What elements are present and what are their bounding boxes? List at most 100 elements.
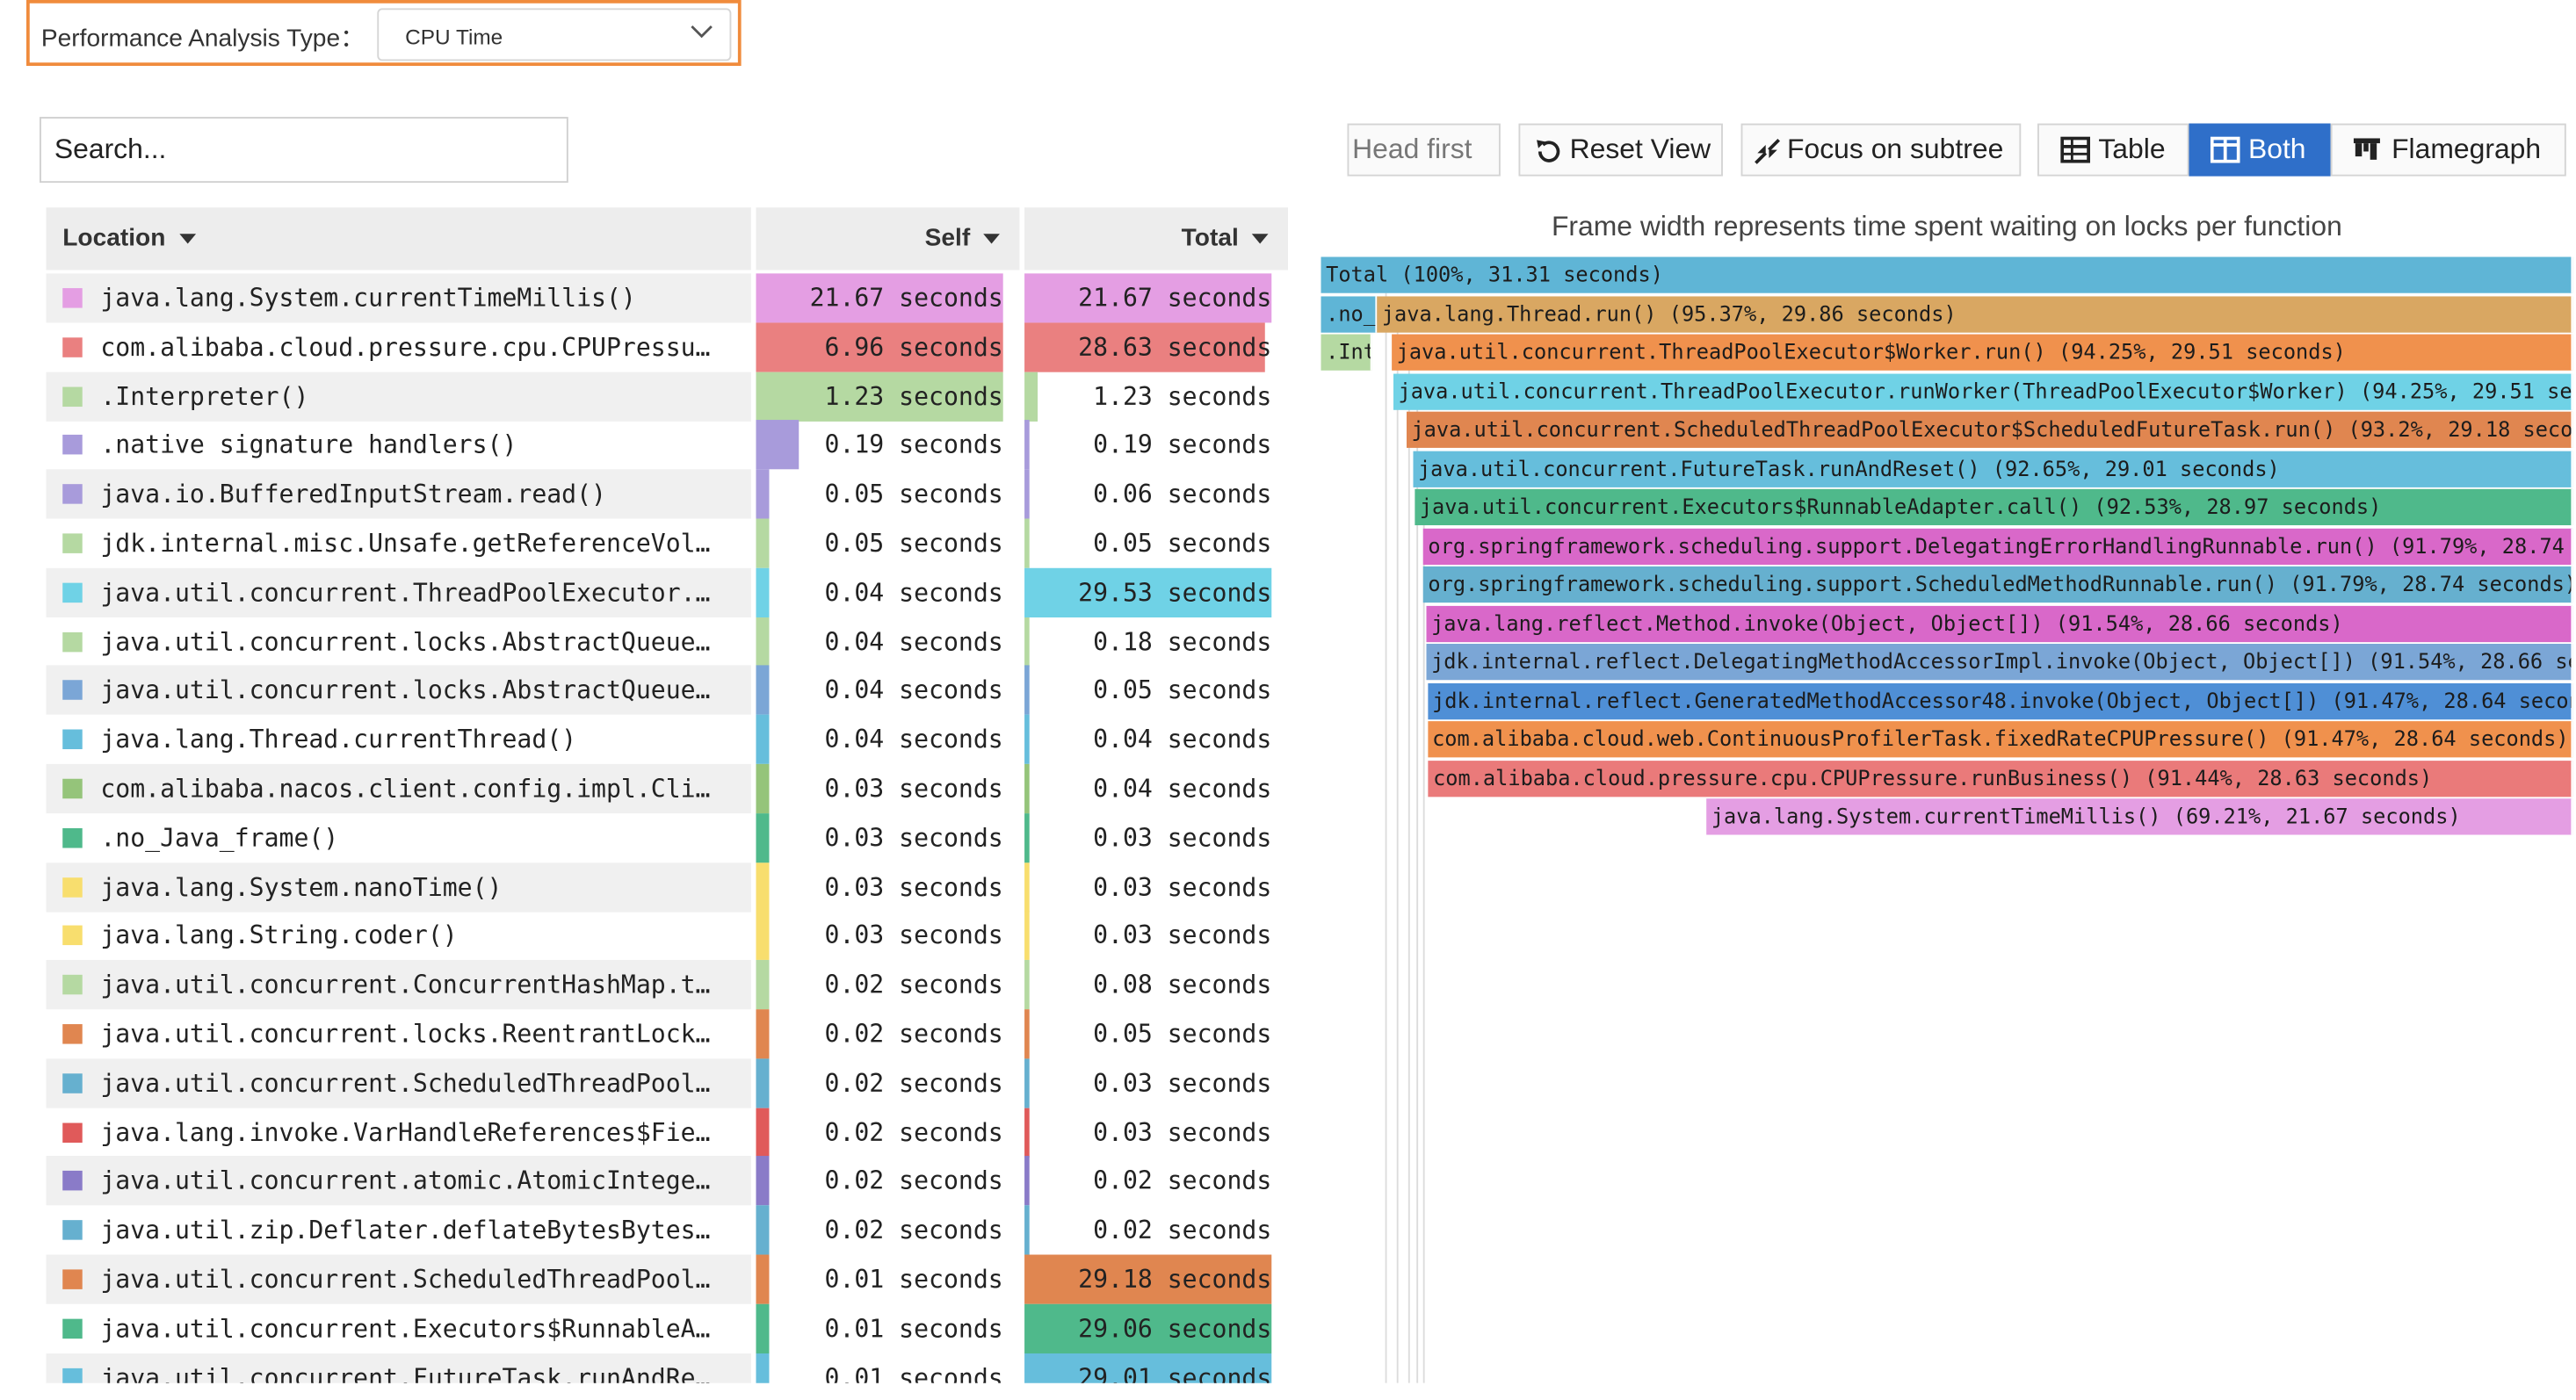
flamegraph-frame[interactable]: java.util.concurrent.Executors$RunnableA… [1415, 488, 2573, 526]
total-cell: 0.04 seconds [1024, 763, 1271, 814]
flamegraph-frame[interactable]: org.springframework.scheduling.support.D… [1422, 527, 2573, 565]
total-cell: 0.18 seconds [1024, 617, 1271, 667]
flamegraph-frame[interactable]: java.lang.System.currentTimeMillis() (69… [1706, 798, 2573, 835]
total-bar [1024, 1009, 1030, 1059]
table-row[interactable]: java.util.concurrent.locks.AbstractQueue… [46, 666, 1288, 716]
table-row[interactable]: java.util.concurrent.atomic.AtomicIntege… [46, 1156, 1288, 1207]
focus-on-subtree-button[interactable]: Focus on subtree [1740, 123, 2022, 177]
flamegraph-frame[interactable]: java.util.concurrent.ThreadPoolExecutor.… [1393, 372, 2573, 409]
table-row[interactable]: java.lang.Thread.currentThread() 0.04 sec… [46, 714, 1288, 765]
table-row[interactable]: jdk.internal.misc.Unsafe.getReferenceVol… [46, 518, 1288, 568]
flamegraph-frame[interactable]: org.springframework.scheduling.support.S… [1422, 566, 2573, 603]
table-row[interactable]: java.util.concurrent.Executors$RunnableA… [46, 1303, 1288, 1353]
flamegraph-frame[interactable]: com.alibaba.cloud.web.ContinuousProfiler… [1427, 721, 2573, 758]
table-row[interactable]: java.io.BufferedInputStream.read() 0.05 s… [46, 469, 1288, 519]
location-cell: java.lang.System.currentTimeMillis() [46, 273, 751, 323]
flamegraph-frame[interactable]: java.util.concurrent.ScheduledThreadPool… [1406, 411, 2573, 448]
function-name: java.util.concurrent.ConcurrentHashMap.t… [100, 970, 711, 1000]
self-value: 0.01 seconds [824, 1313, 1003, 1344]
table-row[interactable]: java.lang.invoke.VarHandleReferences$Fie… [46, 1107, 1288, 1158]
total-bar [1024, 763, 1030, 814]
table-row[interactable]: java.lang.System.currentTimeMillis() 21.6… [46, 273, 1288, 323]
total-cell: 0.03 seconds [1024, 911, 1271, 961]
total-cell: 0.03 seconds [1024, 812, 1271, 862]
self-bar [756, 960, 769, 1010]
color-swatch [62, 1269, 83, 1289]
self-bar [756, 714, 769, 765]
table-row[interactable]: java.util.concurrent.ScheduledThreadPool… [46, 1254, 1288, 1304]
total-cell: 0.03 seconds [1024, 1107, 1271, 1158]
total-cell: 0.04 seconds [1024, 714, 1271, 765]
function-name: java.util.concurrent.FutureTask.runAndRe… [100, 1362, 711, 1383]
table-row[interactable]: java.util.concurrent.ScheduledThreadPool… [46, 1058, 1288, 1108]
table-view-button[interactable]: Table [2037, 123, 2189, 177]
table-row[interactable]: java.lang.String.coder() 0.03 seconds 0.03… [46, 911, 1288, 961]
column-header-self-label: Self [924, 223, 971, 252]
table-row[interactable]: com.alibaba.cloud.pressure.cpu.CPUPressu… [46, 322, 1288, 372]
table-row[interactable]: java.util.concurrent.FutureTask.runAndRe… [46, 1353, 1288, 1383]
flamegraph-frame[interactable]: java.util.concurrent.FutureTask.runAndRe… [1413, 450, 2573, 487]
both-view-label: Both [2247, 133, 2306, 165]
table-row[interactable]: .native signature handlers() 0.19 seconds… [46, 420, 1288, 471]
flamegraph-frame[interactable]: jdk.internal.reflect.GeneratedMethodAcce… [1427, 682, 2573, 719]
total-cell: 1.23 seconds [1024, 371, 1271, 422]
function-name: java.util.concurrent.ScheduledThreadPool… [100, 1264, 711, 1295]
function-name: .native signature handlers() [100, 430, 517, 460]
total-cell: 0.03 seconds [1024, 1058, 1271, 1108]
self-value: 0.02 seconds [824, 1166, 1003, 1196]
reset-view-button[interactable]: Reset View [1518, 123, 1723, 177]
function-name: java.lang.invoke.VarHandleReferences$Fie… [100, 1117, 711, 1147]
reset-view-label: Reset View [1569, 133, 1711, 165]
compress-icon [1755, 139, 1781, 164]
flamegraph-frame[interactable]: java.lang.reflect.Method.invoke(Object, … [1426, 604, 2573, 642]
performance-analysis-type-select[interactable]: CPU Time [377, 8, 732, 61]
head-first-button[interactable]: Head first [1347, 123, 1501, 177]
column-header-total[interactable]: Total [1024, 207, 1289, 271]
flamegraph-frame[interactable]: .Interpreter() [1321, 334, 1372, 371]
total-cell: 29.18 seconds [1024, 1254, 1272, 1304]
column-header-location[interactable]: Location [46, 207, 751, 271]
flamegraph-frame[interactable]: Total (100%, 31.31 seconds) [1321, 256, 2573, 293]
table-row[interactable]: java.util.zip.Deflater.deflateBytesBytes… [46, 1205, 1288, 1255]
total-value: 0.06 seconds [1093, 479, 1272, 509]
flamegraph-view-button[interactable]: Flamegraph [2330, 123, 2566, 177]
column-header-self[interactable]: Self [756, 207, 1020, 271]
total-bar [1024, 911, 1030, 961]
table-row[interactable]: .no_Java_frame() 0.03 seconds 0.03 seconds [46, 812, 1288, 862]
self-bar [756, 1254, 769, 1304]
flamegraph-frame[interactable]: java.lang.Thread.run() (95.37%, 29.86 se… [1377, 295, 2573, 332]
flamegraph-frame[interactable]: .no_Java_frame() [1321, 295, 1378, 332]
search-input[interactable] [39, 117, 568, 184]
flamegraph-frame[interactable]: com.alibaba.cloud.pressure.cpu.CPUPressu… [1428, 760, 2573, 797]
flamegraph-frame[interactable]: jdk.internal.reflect.DelegatingMethodAcc… [1426, 644, 2573, 681]
function-name: java.util.concurrent.ThreadPoolExecutor.… [100, 577, 711, 608]
self-bar [756, 812, 769, 862]
self-bar [756, 617, 769, 667]
table-row[interactable]: java.util.concurrent.ThreadPoolExecutor.… [46, 567, 1288, 617]
color-swatch [62, 1122, 83, 1143]
caret-down-icon [983, 234, 1000, 244]
total-value: 0.05 seconds [1093, 1019, 1272, 1050]
table-row[interactable]: java.lang.System.nanoTime() 0.03 seconds 0… [46, 862, 1288, 912]
total-value: 0.05 seconds [1093, 675, 1272, 706]
table-row[interactable]: com.alibaba.nacos.client.config.impl.Cli… [46, 763, 1288, 814]
color-swatch [62, 336, 83, 357]
self-value: 0.03 seconds [824, 822, 1003, 853]
color-swatch [62, 1368, 83, 1383]
location-cell: java.util.concurrent.Executors$RunnableA… [46, 1303, 750, 1353]
self-value: 6.96 seconds [824, 332, 1003, 363]
total-bar [1024, 862, 1030, 912]
self-bar [756, 1303, 769, 1353]
both-view-button[interactable]: Both [2189, 123, 2331, 177]
table-row[interactable]: .Interpreter() 1.23 seconds 1.23 seconds [46, 371, 1288, 422]
location-cell: java.util.concurrent.locks.AbstractQueue… [46, 617, 750, 666]
total-value: 0.19 seconds [1093, 430, 1272, 460]
location-cell: java.lang.Thread.currentThread() [46, 715, 750, 764]
self-cell: 0.02 seconds [756, 960, 1003, 1010]
table-row[interactable]: java.util.concurrent.ConcurrentHashMap.t… [46, 960, 1288, 1010]
table-row[interactable]: java.util.concurrent.locks.ReentrantLock… [46, 1009, 1288, 1059]
table-row[interactable]: java.util.concurrent.locks.AbstractQueue… [46, 617, 1288, 667]
app-root: Performance Analysis Type： CPU Time Loca… [0, 0, 2576, 1399]
total-cell: 21.67 seconds [1024, 273, 1272, 323]
flamegraph-frame[interactable]: java.util.concurrent.ThreadPoolExecutor$… [1392, 334, 2573, 371]
